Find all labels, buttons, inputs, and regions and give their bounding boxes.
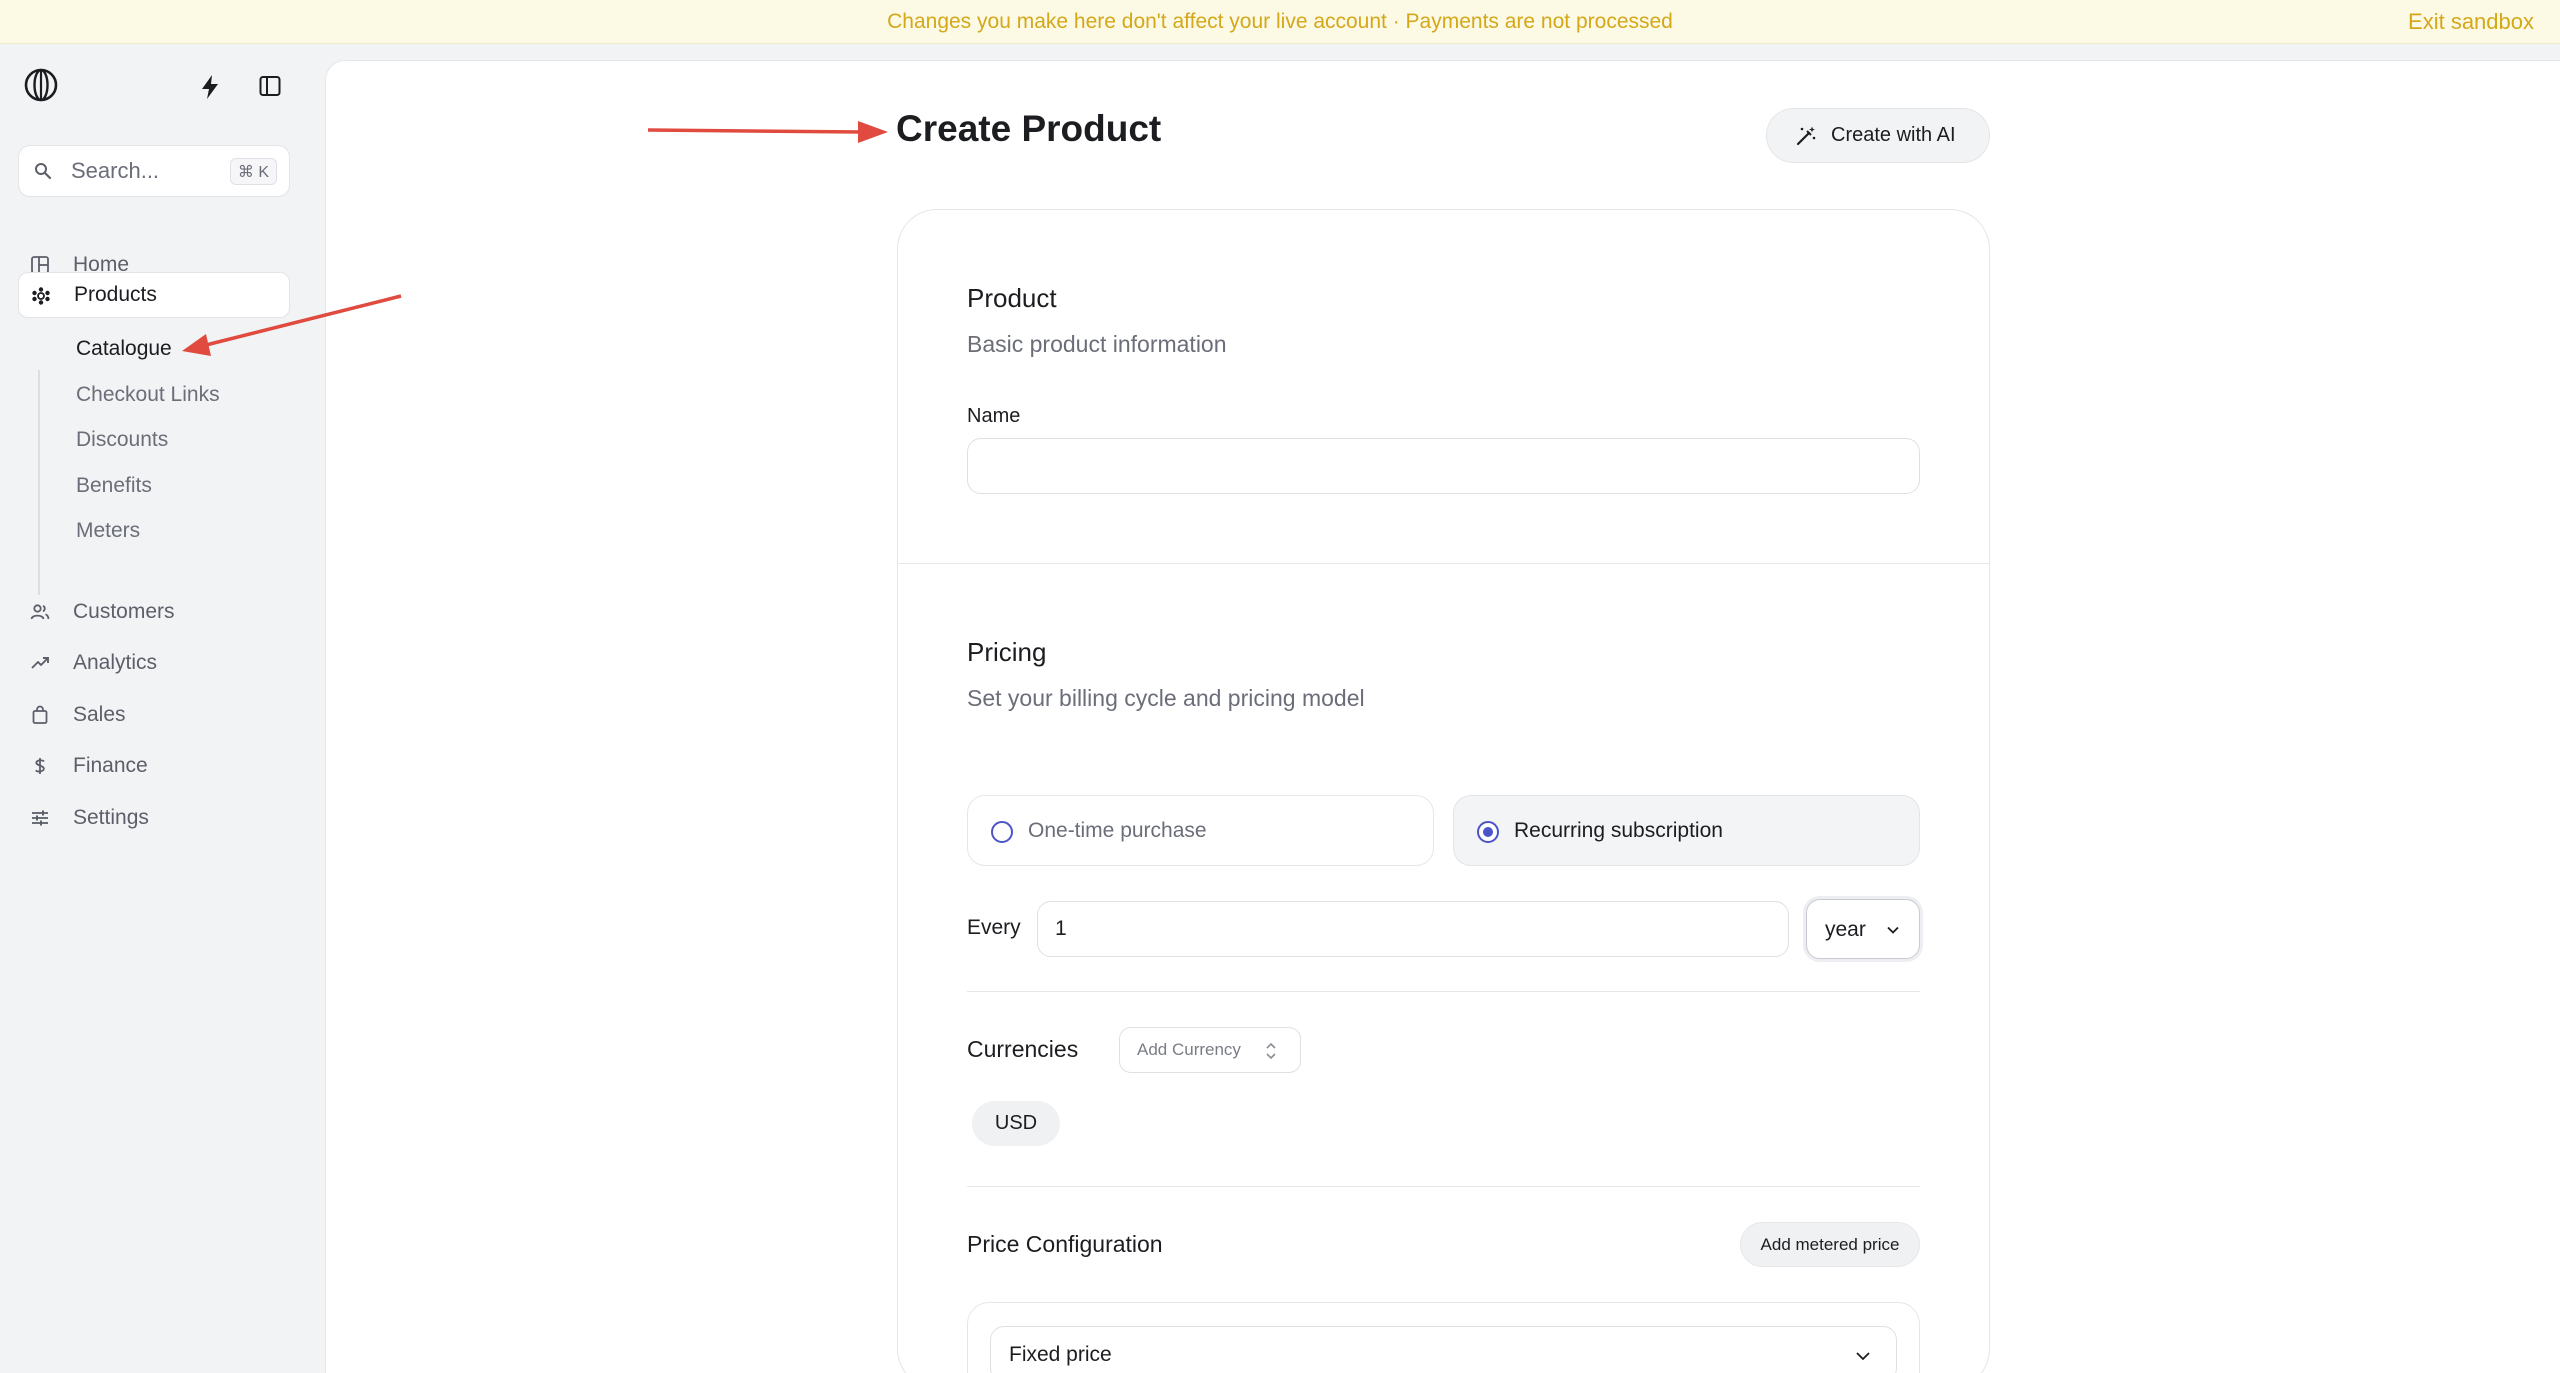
pricing-section-title: Pricing <box>967 637 1047 667</box>
currency-chip-usd[interactable]: USD <box>972 1101 1060 1146</box>
name-field-label: Name <box>967 405 1021 427</box>
sidebar-item-label: Finance <box>73 754 148 777</box>
chevron-down-icon <box>1887 926 1899 934</box>
sidebar-item-label: Sales <box>73 703 126 726</box>
add-currency-select[interactable]: Add Currency <box>1119 1027 1301 1073</box>
one-time-purchase-label: One-time purchase <box>1028 819 1207 842</box>
chevron-up-down-icon <box>1266 1042 1276 1060</box>
sidebar-item-label: Products <box>74 283 157 306</box>
chevron-down-icon <box>1856 1352 1870 1361</box>
sandbox-banner: Changes you make here don't affect your … <box>0 0 2560 44</box>
sidebar-item-products[interactable]: Products <box>18 272 290 318</box>
magic-wand-icon <box>1796 126 1816 146</box>
search-icon <box>35 163 52 180</box>
section-divider <box>897 563 1990 564</box>
price-configuration-label: Price Configuration <box>967 1231 1163 1257</box>
subnav-item-benefits[interactable]: Benefits <box>76 474 152 498</box>
products-icon <box>32 287 50 305</box>
one-time-purchase-radio[interactable] <box>991 821 1013 843</box>
subnav-item-meters[interactable]: Meters <box>76 519 140 543</box>
currencies-label: Currencies <box>967 1036 1079 1062</box>
sidebar-toggle-icon[interactable] <box>259 75 281 97</box>
sidebar: ⌘ K Home Products Catalogue Checkout Lin… <box>0 44 325 1373</box>
one-time-purchase-option[interactable]: One-time purchase <box>967 795 1434 866</box>
dollar-icon <box>35 758 45 774</box>
subnav-item-checkout-links[interactable]: Checkout Links <box>76 383 220 407</box>
product-section-subtitle: Basic product information <box>967 331 1227 357</box>
product-section-title: Product <box>967 283 1057 313</box>
price-type-value: Fixed price <box>1009 1343 1112 1366</box>
users-icon <box>30 604 50 620</box>
recurring-subscription-label: Recurring subscription <box>1514 819 1723 842</box>
add-metered-price-button[interactable]: Add metered price <box>1740 1222 1920 1267</box>
price-type-select[interactable]: Fixed price <box>990 1326 1897 1373</box>
subnav-divider <box>38 370 40 595</box>
bolt-icon[interactable] <box>198 74 222 100</box>
recurring-subscription-option[interactable]: Recurring subscription <box>1453 795 1920 866</box>
create-with-ai-label: Create with AI <box>1831 124 1956 146</box>
sliders-icon <box>32 810 48 826</box>
create-product-form-card <box>897 209 1990 1373</box>
sidebar-item-finance[interactable]: Finance <box>18 743 290 789</box>
every-label: Every <box>967 916 1021 939</box>
interval-count-input[interactable] <box>1037 901 1789 957</box>
exit-sandbox-link[interactable]: Exit sandbox <box>2408 0 2534 44</box>
subnav-item-discounts[interactable]: Discounts <box>76 428 168 452</box>
sidebar-item-customers[interactable]: Customers <box>18 589 290 635</box>
pricing-section-subtitle: Set your billing cycle and pricing model <box>967 685 1365 711</box>
add-currency-label: Add Currency <box>1137 1040 1241 1059</box>
sidebar-item-sales[interactable]: Sales <box>18 692 290 738</box>
app-logo-icon[interactable] <box>24 68 58 102</box>
divider <box>967 1186 1920 1187</box>
subnav-item-catalogue[interactable]: Catalogue <box>76 337 172 361</box>
sidebar-item-label: Settings <box>73 806 149 829</box>
create-with-ai-button[interactable]: Create with AI <box>1766 108 1990 163</box>
search-input[interactable] <box>71 154 241 188</box>
sidebar-item-label: Customers <box>73 600 175 623</box>
interval-unit-value: year <box>1825 918 1866 941</box>
sidebar-item-analytics[interactable]: Analytics <box>18 640 290 686</box>
trend-icon <box>31 657 49 669</box>
sidebar-item-settings[interactable]: Settings <box>18 795 290 841</box>
search-shortcut-badge: ⌘ K <box>229 158 277 185</box>
interval-unit-select[interactable]: year <box>1806 899 1920 959</box>
page-title: Create Product <box>896 108 1162 149</box>
recurring-subscription-radio[interactable] <box>1477 821 1499 843</box>
sandbox-banner-message: Changes you make here don't affect your … <box>887 9 1673 33</box>
divider <box>967 991 1920 992</box>
sidebar-item-label: Analytics <box>73 651 158 674</box>
bag-icon <box>32 705 48 724</box>
product-name-input[interactable] <box>967 438 1920 494</box>
sidebar-search[interactable]: ⌘ K <box>18 145 290 197</box>
